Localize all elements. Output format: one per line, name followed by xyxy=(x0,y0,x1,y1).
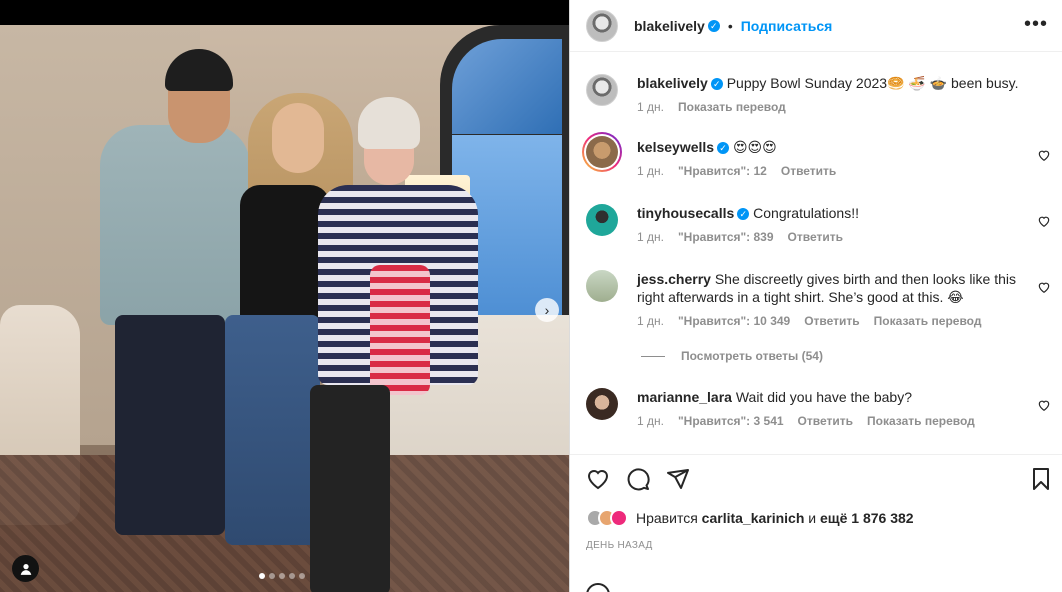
post-side-panel: blakelively ✓ • Подписаться ••• blakeliv… xyxy=(569,0,1062,592)
translate-button[interactable]: Показать перевод xyxy=(867,412,975,430)
view-replies-label: Посмотреть ответы (54) xyxy=(681,349,823,363)
comment-meta: 1 дн. "Нравится": 12 Ответить xyxy=(637,162,1027,180)
avatar[interactable] xyxy=(586,9,618,42)
reply-button[interactable]: Ответить xyxy=(798,412,853,430)
carousel-dot xyxy=(289,573,295,579)
person-2-jeans xyxy=(225,315,320,545)
likes-count[interactable]: ещё 1 876 382 xyxy=(820,510,914,526)
caption-username[interactable]: blakelively xyxy=(637,75,708,91)
translate-button[interactable]: Показать перевод xyxy=(678,98,786,116)
heart-icon[interactable] xyxy=(586,467,610,491)
comment-body: jess.cherry She discreetly gives birth a… xyxy=(637,270,1027,330)
avatar[interactable] xyxy=(586,74,618,106)
tagged-users-button[interactable] xyxy=(12,555,39,582)
next-photo-button[interactable]: › xyxy=(535,298,559,322)
person-3-red-stripes xyxy=(370,265,430,395)
comment-text: 😍😍😍 xyxy=(732,139,777,155)
likes-and: и xyxy=(808,510,817,526)
like-avatars xyxy=(586,509,628,527)
post-photo[interactable] xyxy=(0,25,569,592)
person-1-pants xyxy=(115,315,225,535)
avatar[interactable] xyxy=(586,204,618,236)
author-username[interactable]: blakelively xyxy=(634,18,705,34)
post-date[interactable]: ДЕНЬ НАЗАД xyxy=(586,540,653,551)
translate-button[interactable]: Показать перевод xyxy=(874,312,982,330)
comment-username[interactable]: tinyhousecalls xyxy=(637,205,734,221)
bookmark-icon xyxy=(1033,468,1049,490)
comment-meta: 1 дн. "Нравится": 3 541 Ответить Показат… xyxy=(637,412,1027,430)
comment-likes[interactable]: "Нравится": 839 xyxy=(678,228,774,246)
comment-icon[interactable] xyxy=(626,467,650,491)
reply-button[interactable]: Ответить xyxy=(781,162,836,180)
comment-time[interactable]: 1 дн. xyxy=(637,412,664,430)
view-replies-button[interactable]: Посмотреть ответы (54) xyxy=(641,349,823,363)
caption-time[interactable]: 1 дн. xyxy=(637,98,664,116)
more-icon[interactable]: ••• xyxy=(1024,14,1048,34)
carousel-dot xyxy=(259,573,265,579)
comment-time[interactable]: 1 дн. xyxy=(637,228,664,246)
verified-icon: ✓ xyxy=(737,208,750,221)
person-3-pants xyxy=(310,385,390,592)
verified-icon: ✓ xyxy=(717,142,730,155)
caption-body: blakelively ✓ Puppy Bowl Sunday 2023🥯 🍜 🍲… xyxy=(637,74,1027,116)
replies-line xyxy=(641,355,665,357)
reply-button[interactable]: Ответить xyxy=(788,228,843,246)
comment-meta: 1 дн. "Нравится": 839 Ответить xyxy=(637,228,1027,246)
caption-meta: 1 дн. Показать перевод xyxy=(637,98,1027,116)
person-2-face xyxy=(272,103,324,173)
comment-body: kelseywells ✓ 😍😍😍 1 дн. "Нравится": 12 От… xyxy=(637,138,1027,180)
share-icon[interactable] xyxy=(666,467,690,491)
person-3-hair xyxy=(358,97,420,149)
emoji-icon[interactable] xyxy=(586,583,610,592)
comment-body: tinyhousecalls ✓ Congratulations!! 1 дн. … xyxy=(637,204,1027,246)
verified-icon: ✓ xyxy=(710,78,723,91)
avatar xyxy=(610,509,628,527)
post-media-pane: › xyxy=(0,0,569,592)
comment-likes[interactable]: "Нравится": 12 xyxy=(678,162,767,180)
comment-likes[interactable]: "Нравится": 10 349 xyxy=(678,312,790,330)
heart-icon[interactable] xyxy=(1037,398,1051,412)
action-icons xyxy=(586,467,690,491)
likes-prefix: Нравится xyxy=(636,510,698,526)
verified-icon: ✓ xyxy=(707,19,720,32)
person-2-top xyxy=(240,185,330,325)
heart-icon[interactable] xyxy=(1037,280,1051,294)
avatar[interactable] xyxy=(582,132,622,172)
window-pane-top xyxy=(452,39,562,134)
post-header: blakelively ✓ • Подписаться ••• xyxy=(570,0,1062,52)
comment-text: Congratulations!! xyxy=(753,205,859,221)
follow-button[interactable]: Подписаться xyxy=(741,18,833,34)
user-tag-icon xyxy=(20,563,31,575)
save-button[interactable] xyxy=(1029,467,1053,496)
likes-summary[interactable]: Нравится carlita_karinich и ещё 1 876 38… xyxy=(586,509,914,527)
comment-time[interactable]: 1 дн. xyxy=(637,162,664,180)
carousel-dot xyxy=(269,573,275,579)
caption-text: Puppy Bowl Sunday 2023🥯 🍜 🍲 been busy. xyxy=(726,75,1019,91)
comment-text: Wait did you have the baby? xyxy=(735,389,912,405)
avatar-image xyxy=(586,136,618,168)
person-1-shirt xyxy=(100,125,250,325)
comment-meta: 1 дн. "Нравится": 10 349 Ответить Показа… xyxy=(637,312,1027,330)
likes-user[interactable]: carlita_karinich xyxy=(702,510,805,526)
heart-icon[interactable] xyxy=(1037,148,1051,162)
comment-username[interactable]: kelseywells xyxy=(637,139,714,155)
reply-button[interactable]: Ответить xyxy=(804,312,859,330)
header-separator: • xyxy=(727,17,733,34)
chevron-right-icon: › xyxy=(544,302,550,318)
carousel-dots xyxy=(259,573,305,579)
carousel-dot xyxy=(299,573,305,579)
post-actions: Нравится carlita_karinich и ещё 1 876 38… xyxy=(570,454,1062,592)
comment-username[interactable]: jess.cherry xyxy=(637,271,711,287)
heart-icon[interactable] xyxy=(1037,214,1051,228)
comment-username[interactable]: marianne_lara xyxy=(637,389,732,405)
carousel-dot xyxy=(279,573,285,579)
comments-list[interactable]: blakelively ✓ Puppy Bowl Sunday 2023🥯 🍜 🍲… xyxy=(570,52,1062,454)
avatar[interactable] xyxy=(586,388,618,420)
comment-likes[interactable]: "Нравится": 3 541 xyxy=(678,412,784,430)
comment-time[interactable]: 1 дн. xyxy=(637,312,664,330)
comment-body: marianne_lara Wait did you have the baby… xyxy=(637,388,1027,430)
avatar[interactable] xyxy=(586,270,618,302)
